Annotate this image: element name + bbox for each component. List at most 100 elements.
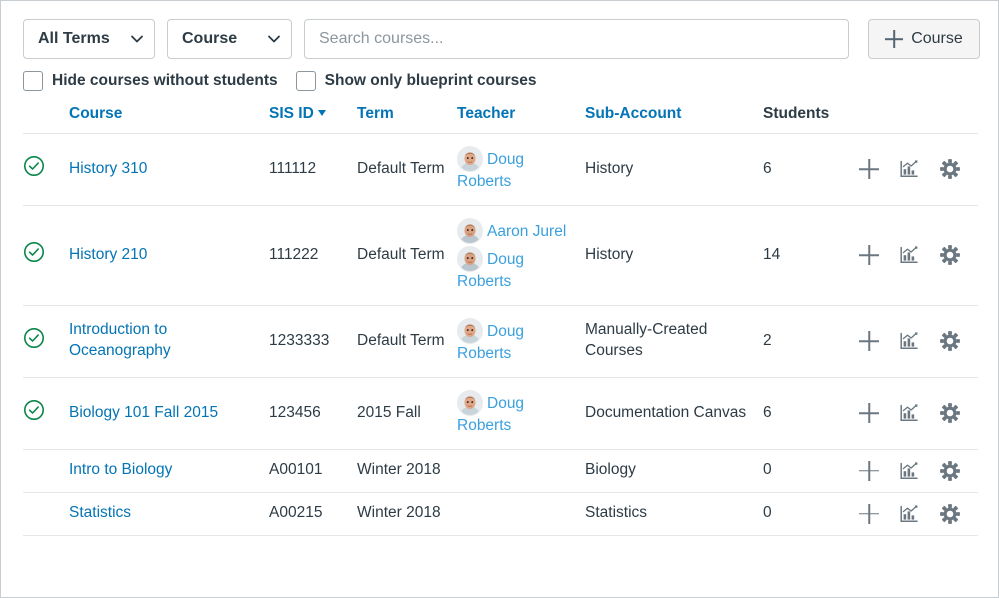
courses-table-head: Course SIS ID Term Teacher Sub-Account S… [23, 105, 978, 134]
chevron-down-icon [267, 32, 281, 46]
teacher-cell: Doug Roberts [457, 134, 585, 206]
table-row: History 310111112Default TermDoug Robert… [23, 134, 978, 206]
header-sis-id-label: SIS ID [269, 105, 314, 122]
course-link[interactable]: History 210 [69, 246, 147, 263]
header-term-label: Term [357, 105, 394, 122]
students-count-cell: 6 [763, 377, 853, 449]
term-cell: Default Term [357, 305, 457, 377]
course-link[interactable]: Introduction to Oceanography [69, 321, 171, 359]
table-row: Biology 101 Fall 2015 1234562015 FallDoug… [23, 377, 978, 449]
header-course[interactable]: Course [69, 105, 269, 134]
course-link[interactable]: Intro to Biology [69, 461, 172, 478]
gear-icon[interactable] [939, 244, 961, 266]
add-course-button[interactable]: Course [868, 19, 980, 59]
gear-icon[interactable] [939, 460, 961, 482]
students-count-cell: 6 [763, 134, 853, 206]
course-name-cell: Biology 101 Fall 2015 [69, 377, 269, 449]
sis-id-cell: 123456 [269, 377, 357, 449]
sub-account-cell: History [585, 205, 763, 305]
teacher-cell: Aaron Jurel Doug Roberts [457, 205, 585, 305]
teacher-cell: Doug Roberts [457, 377, 585, 449]
plus-icon[interactable] [859, 504, 879, 524]
teacher-entry: Aaron Jurel [457, 218, 579, 244]
table-row: Intro to BiologyA00101Winter 2018Biology… [23, 449, 978, 492]
course-status-cell [23, 205, 69, 305]
course-link[interactable]: Statistics [69, 504, 131, 521]
hide-courses-without-students-checkbox[interactable]: Hide courses without students [23, 71, 278, 91]
statistics-icon[interactable] [898, 330, 920, 352]
header-teacher[interactable]: Teacher [457, 105, 585, 134]
statistics-icon[interactable] [898, 460, 920, 482]
add-course-button-label: Course [911, 30, 963, 48]
header-students-label: Students [763, 105, 829, 122]
avatar [457, 318, 483, 344]
plus-icon[interactable] [859, 159, 879, 179]
avatar [457, 246, 483, 272]
header-status [23, 105, 69, 134]
term-filter-label: All Terms [38, 30, 120, 48]
show-blueprint-courses-checkbox[interactable]: Show only blueprint courses [296, 71, 537, 91]
teacher-entry: Doug Roberts [457, 318, 579, 365]
sis-id-cell: 111112 [269, 134, 357, 206]
header-teacher-label: Teacher [457, 105, 515, 122]
course-name-cell: History 310 [69, 134, 269, 206]
row-actions-cell [853, 449, 978, 492]
sis-id-cell: 1233333 [269, 305, 357, 377]
gear-icon[interactable] [939, 330, 961, 352]
header-sub-account[interactable]: Sub-Account [585, 105, 763, 134]
header-sis-id[interactable]: SIS ID [269, 105, 357, 134]
plus-icon[interactable] [859, 331, 879, 351]
statistics-icon[interactable] [898, 244, 920, 266]
term-filter-select[interactable]: All Terms [23, 19, 155, 59]
header-term[interactable]: Term [357, 105, 457, 134]
row-actions-cell [853, 305, 978, 377]
table-row: Introduction to Oceanography 1233333Defau… [23, 305, 978, 377]
avatar [457, 218, 483, 244]
gear-icon[interactable] [939, 158, 961, 180]
row-actions-cell [853, 205, 978, 305]
course-name-cell: Statistics [69, 492, 269, 535]
teacher-cell [457, 492, 585, 535]
statistics-icon[interactable] [898, 402, 920, 424]
students-count-cell: 2 [763, 305, 853, 377]
plus-icon[interactable] [859, 461, 879, 481]
statistics-icon[interactable] [898, 158, 920, 180]
table-header-row: Course SIS ID Term Teacher Sub-Account S… [23, 105, 978, 134]
avatar [457, 390, 483, 416]
header-actions [853, 105, 978, 134]
teacher-cell [457, 449, 585, 492]
statistics-icon[interactable] [898, 503, 920, 525]
course-status-cell [23, 492, 69, 535]
teacher-entry: Doug Roberts [457, 246, 579, 293]
plus-icon[interactable] [859, 403, 879, 423]
teacher-link[interactable]: Aaron Jurel [487, 223, 566, 240]
students-count-cell: 14 [763, 205, 853, 305]
courses-table-body: History 310111112Default TermDoug Robert… [23, 134, 978, 536]
plus-icon[interactable] [859, 245, 879, 265]
show-blueprint-courses-label: Show only blueprint courses [325, 72, 537, 90]
teacher-cell: Doug Roberts [457, 305, 585, 377]
course-filter-select[interactable]: Course [167, 19, 292, 59]
students-count-cell: 0 [763, 449, 853, 492]
term-cell: 2015 Fall [357, 377, 457, 449]
hide-courses-without-students-label: Hide courses without students [52, 72, 278, 90]
gear-icon[interactable] [939, 503, 961, 525]
course-link[interactable]: Biology 101 Fall 2015 [69, 404, 218, 421]
plus-icon [885, 30, 903, 48]
courses-table: Course SIS ID Term Teacher Sub-Account S… [23, 105, 978, 536]
term-cell: Default Term [357, 205, 457, 305]
course-link[interactable]: History 310 [69, 160, 147, 177]
term-cell: Winter 2018 [357, 449, 457, 492]
row-actions-cell [853, 377, 978, 449]
search-input[interactable] [304, 19, 849, 59]
sis-id-cell: A00215 [269, 492, 357, 535]
teacher-entry: Doug Roberts [457, 146, 579, 193]
courses-toolbar: All Terms Course Course [1, 1, 998, 59]
checkbox-box [296, 71, 316, 91]
gear-icon[interactable] [939, 402, 961, 424]
header-students: Students [763, 105, 853, 134]
row-actions-cell [853, 492, 978, 535]
course-name-cell: Intro to Biology [69, 449, 269, 492]
header-sub-account-label: Sub-Account [585, 105, 681, 122]
sis-id-cell: A00101 [269, 449, 357, 492]
